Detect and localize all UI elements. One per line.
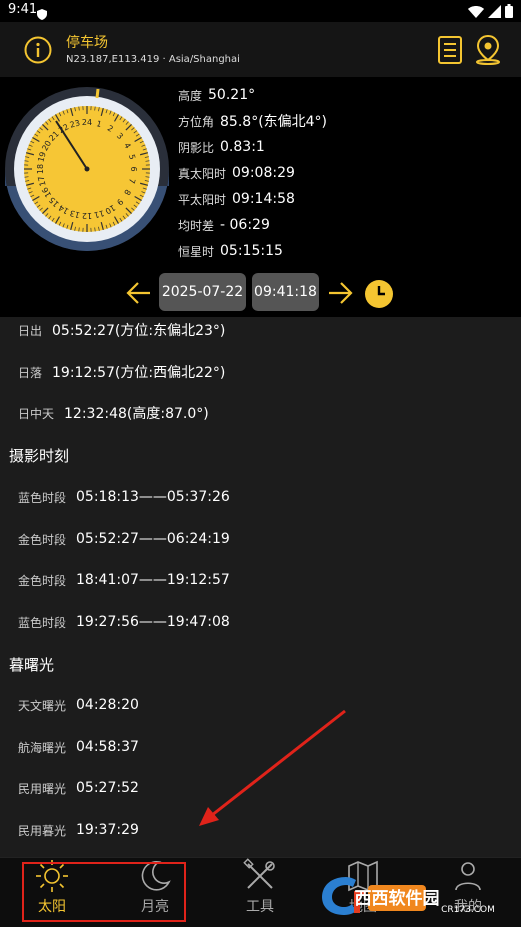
location-coords: N23.187,E113.419 · Asia/Shanghai: [66, 54, 240, 65]
dial-hour-label: 6: [129, 166, 138, 171]
readout-value: 0.83:1: [220, 139, 265, 155]
info-icon[interactable]: [24, 36, 52, 68]
annotation-arrow: [195, 707, 355, 832]
list-item: 天文曙光 04:28:20: [18, 694, 139, 716]
item-value: 05:52:27——06:24:19: [76, 531, 230, 547]
dial-hour-label: 24: [82, 118, 92, 127]
readout-label: 高度: [178, 87, 202, 104]
app-header: 停车场 N23.187,E113.419 · Asia/Shanghai: [0, 22, 521, 77]
list-item: 民用曙光 05:27:52: [18, 777, 139, 799]
item-value: 12:32:48(高度:87.0°): [64, 403, 209, 423]
status-time: 9:41: [8, 2, 37, 17]
readout-label: 真太阳时: [178, 165, 226, 182]
item-label: 航海曙光: [18, 739, 66, 756]
section-title-photo: 摄影时刻: [9, 445, 69, 466]
readout-value: 50.21°: [208, 87, 255, 103]
tab-label: 工具: [246, 896, 274, 916]
item-value: 19:37:29: [76, 822, 139, 838]
dial-hour-label: 12: [82, 211, 92, 220]
sun-dial: 123456789101112131415161718192021222324: [4, 86, 170, 252]
item-label: 日落: [18, 364, 42, 381]
item-value: 19:12:57(方位:西偏北22°): [52, 362, 225, 382]
item-value: 05:27:52: [76, 780, 139, 796]
map-pin-icon[interactable]: [474, 35, 502, 69]
list-item-transit: 日中天 12:32:48(高度:87.0°): [18, 402, 209, 424]
item-label: 金色时段: [18, 572, 66, 589]
sun-readouts: 高度 50.21° 方位角 85.8°(东偏北4°) 阴影比 0.83:1 真太阳时 0…: [178, 82, 327, 264]
item-label: 天文曙光: [18, 697, 66, 714]
item-value: 05:52:27(方位:东偏北23°): [52, 320, 225, 340]
list-item: 蓝色时段 19:27:56——19:47:08: [18, 611, 230, 633]
item-label: 民用曙光: [18, 780, 66, 797]
sun-times-list[interactable]: 日出 05:52:27(方位:东偏北23°) 日落 19:12:57(方位:西偏北2…: [0, 317, 521, 857]
readout-azimuth: 方位角 85.8°(东偏北4°): [178, 108, 327, 134]
annotation-highlight-box: [22, 862, 186, 922]
readout-true-solar-time: 真太阳时 09:08:29: [178, 160, 327, 186]
item-value: 18:41:07——19:12:57: [76, 572, 230, 588]
item-value: 19:27:56——19:47:08: [76, 614, 230, 630]
date-button[interactable]: 2025-07-22: [159, 273, 246, 311]
dial-center: [85, 167, 90, 172]
section-title-twilight: 暮曙光: [9, 654, 54, 675]
list-item: 民用暮光 19:37:29: [18, 819, 139, 841]
list-item-sunrise: 日出 05:52:27(方位:东偏北23°): [18, 319, 225, 341]
sun-position-marker: [97, 89, 98, 98]
item-value: 04:28:20: [76, 697, 139, 713]
readout-value: 09:08:29: [232, 165, 295, 181]
readout-value: 09:14:58: [232, 191, 295, 207]
arrow-right-icon[interactable]: [327, 281, 353, 309]
list-item: 蓝色时段 05:18:13——05:37:26: [18, 486, 230, 508]
readout-altitude: 高度 50.21°: [178, 82, 327, 108]
item-value: 05:18:13——05:37:26: [76, 489, 230, 505]
item-value: 04:58:37: [76, 739, 139, 755]
item-label: 金色时段: [18, 531, 66, 548]
signal-icon: [488, 3, 501, 22]
tools-icon: [242, 858, 278, 894]
tab-tools[interactable]: 工具: [225, 858, 295, 927]
item-label: 日出: [18, 322, 42, 339]
readout-label: 方位角: [178, 113, 214, 130]
readout-label: 恒星时: [178, 243, 214, 260]
watermark-sub: CR173.COM: [441, 905, 495, 915]
watermark: 西西软件园 CR173.COM: [318, 871, 514, 919]
item-label: 民用暮光: [18, 822, 66, 839]
list-item-sunset: 日落 19:12:57(方位:西偏北22°): [18, 361, 225, 383]
item-label: 蓝色时段: [18, 489, 66, 506]
location-title[interactable]: 停车场: [66, 32, 108, 52]
time-button[interactable]: 09:41:18: [252, 273, 319, 311]
date-time-bar: 2025-07-22 09:41:18: [0, 273, 521, 313]
readout-value: - 06:29: [220, 217, 270, 233]
readout-mean-solar-time: 平太阳时 09:14:58: [178, 186, 327, 212]
sun-panel: 123456789101112131415161718192021222324 …: [0, 77, 521, 317]
item-label: 日中天: [18, 405, 54, 422]
readout-label: 平太阳时: [178, 191, 226, 208]
readout-label: 均时差: [178, 217, 214, 234]
readout-value: 85.8°(东偏北4°): [220, 111, 327, 131]
readout-shadow-ratio: 阴影比 0.83:1: [178, 134, 327, 160]
list-item: 金色时段 05:52:27——06:24:19: [18, 528, 230, 550]
readout-sidereal-time: 恒星时 05:15:15: [178, 238, 327, 264]
readout-label: 阴影比: [178, 139, 214, 156]
watermark-text: 西西软件园: [355, 888, 440, 909]
list-item: 航海曙光 04:58:37: [18, 736, 139, 758]
document-icon[interactable]: [437, 35, 463, 69]
readout-equation-of-time: 均时差 - 06:29: [178, 212, 327, 238]
readout-value: 05:15:15: [220, 243, 283, 259]
wifi-icon: [468, 3, 484, 22]
clock-icon[interactable]: [364, 279, 394, 313]
item-label: 蓝色时段: [18, 614, 66, 631]
battery-icon: [505, 3, 513, 22]
status-bar: 9:41: [0, 0, 521, 22]
arrow-left-icon[interactable]: [126, 281, 152, 309]
dial-hour-label: 18: [36, 164, 45, 174]
list-item: 金色时段 18:41:07——19:12:57: [18, 569, 230, 591]
